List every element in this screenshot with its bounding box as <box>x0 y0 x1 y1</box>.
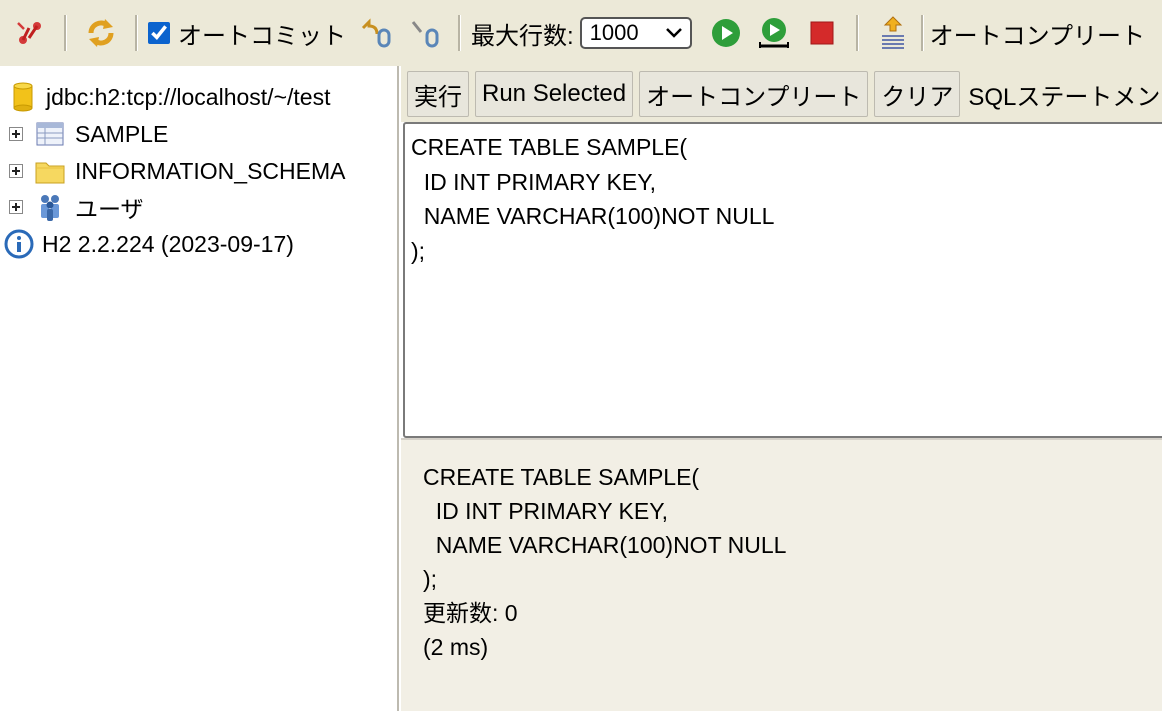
tree-item-label: SAMPLE <box>75 120 169 147</box>
expand-icon[interactable] <box>9 200 23 214</box>
tree-item-label: ユーザ <box>75 196 144 222</box>
commit-icon[interactable] <box>404 13 444 53</box>
info-icon <box>4 229 34 259</box>
chevron-down-icon <box>665 28 682 38</box>
toolbar-separator <box>855 15 859 51</box>
max-rows-label: 最大行数: <box>471 22 574 50</box>
result-panel: CREATE TABLE SAMPLE( ID INT PRIMARY KEY,… <box>401 438 1162 711</box>
result-sql: CREATE TABLE SAMPLE( ID INT PRIMARY KEY,… <box>423 464 787 592</box>
version-label: H2 2.2.224 (2023-09-17) <box>42 230 294 257</box>
toolbar-separator <box>920 15 924 51</box>
autocomplete-label: オートコンプリート <box>929 22 1145 50</box>
sql-editor[interactable]: CREATE TABLE SAMPLE( ID INT PRIMARY KEY,… <box>403 122 1162 438</box>
toolbar-separator <box>458 15 461 51</box>
tree-item-label: INFORMATION_SCHEMA <box>75 157 346 184</box>
tree-item-sample[interactable]: SAMPLE <box>0 117 168 151</box>
tree-connection[interactable]: jdbc:h2:tcp://localhost/~/test <box>0 80 330 114</box>
max-rows-value: 1000 <box>589 20 639 45</box>
connection-url: jdbc:h2:tcp://localhost/~/test <box>46 83 331 110</box>
history-icon[interactable] <box>873 13 913 53</box>
folder-icon <box>35 156 65 186</box>
toolbar-separator <box>64 15 67 51</box>
run-icon[interactable] <box>706 13 746 53</box>
table-icon <box>35 119 65 149</box>
execution-time: (2 ms) <box>423 634 489 660</box>
expand-icon[interactable] <box>9 127 23 141</box>
autocommit-label: オートコミット <box>178 22 346 50</box>
tree-item-users[interactable]: ユーザ <box>0 190 144 224</box>
expand-icon[interactable] <box>9 164 23 178</box>
users-icon <box>35 192 65 222</box>
autocomplete-button[interactable]: オートコンプリート <box>639 71 869 117</box>
refresh-icon[interactable] <box>81 13 121 53</box>
autocommit-toggle[interactable]: オートコミット <box>148 16 346 51</box>
toolbar: オートコミット 最大行数: 1000 オートコンプリート <box>0 0 1162 66</box>
stop-icon[interactable] <box>802 13 842 53</box>
clear-button[interactable]: クリア <box>874 71 961 117</box>
rollback-icon[interactable] <box>356 13 396 53</box>
database-icon <box>8 82 38 112</box>
disconnect-icon[interactable] <box>10 13 50 53</box>
tree-item-information-schema[interactable]: INFORMATION_SCHEMA <box>0 154 345 188</box>
max-rows-select[interactable]: 1000 <box>579 17 692 49</box>
run-button[interactable]: 実行 <box>407 71 469 117</box>
query-button-bar: 実行 Run Selected オートコンプリート クリア SQLステートメン <box>401 66 1162 122</box>
toolbar-separator <box>135 15 138 51</box>
update-count: 更新数: 0 <box>423 600 518 626</box>
sql-statement-label: SQLステートメン <box>968 83 1161 111</box>
version-info: H2 2.2.224 (2023-09-17) <box>0 227 294 261</box>
run-selected-icon[interactable] <box>754 13 794 53</box>
run-selected-button[interactable]: Run Selected <box>475 71 634 117</box>
object-tree-panel: jdbc:h2:tcp://localhost/~/test SAMPLE IN… <box>0 66 399 711</box>
autocommit-checkbox[interactable] <box>148 22 170 44</box>
query-panel: 実行 Run Selected オートコンプリート クリア SQLステートメン … <box>401 66 1162 711</box>
